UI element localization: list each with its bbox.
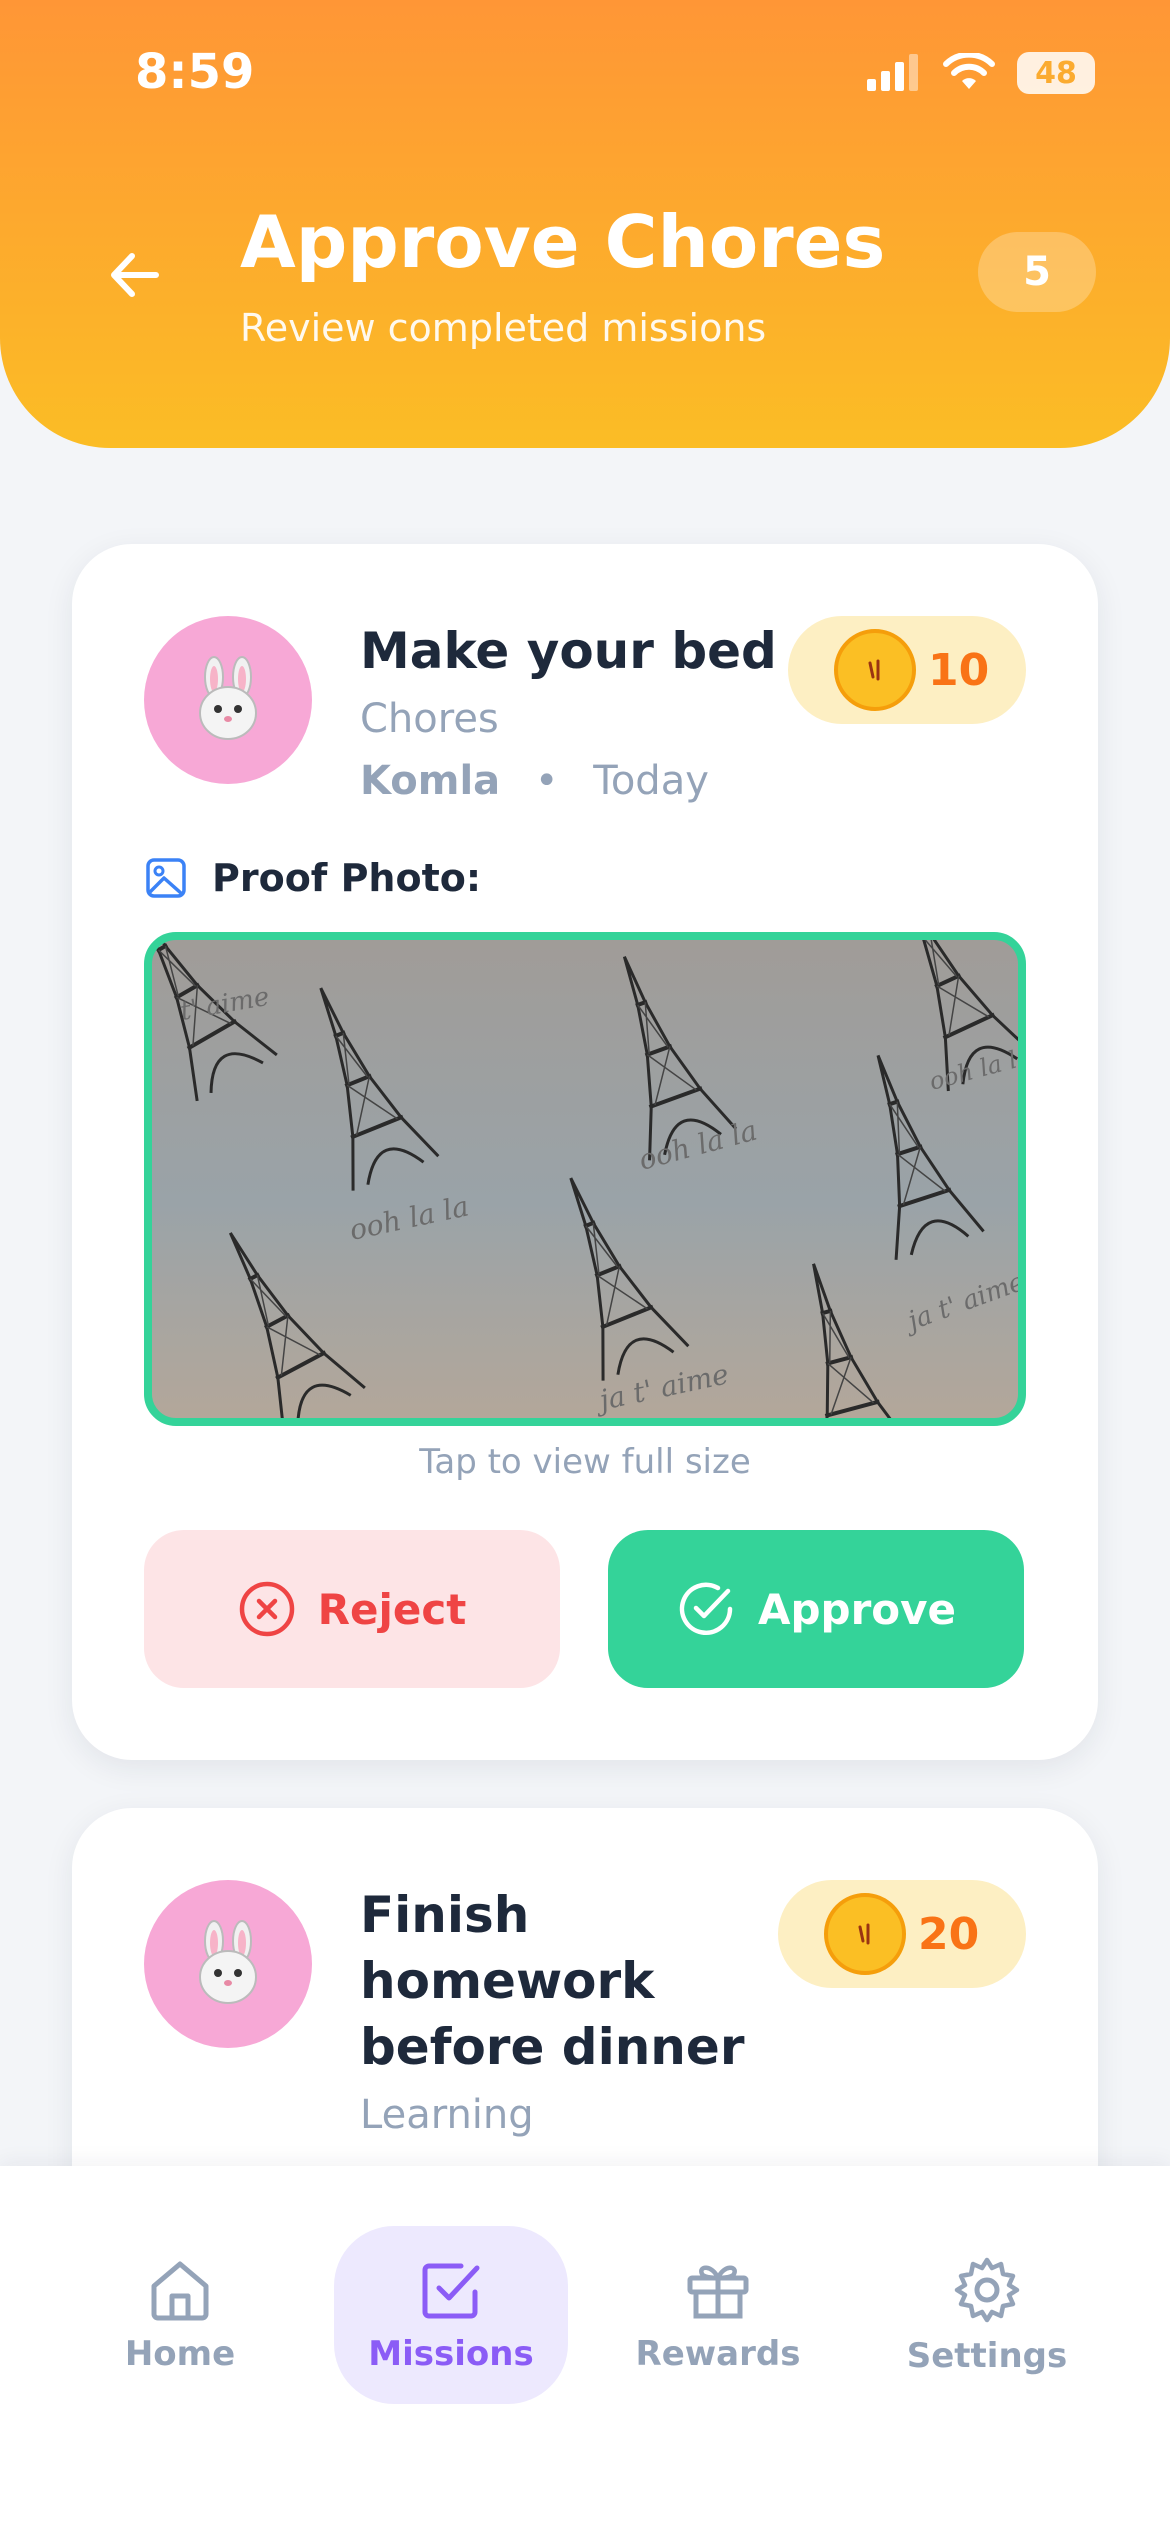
bottom-nav: Home Missions Rewards Settings — [0, 2166, 1170, 2532]
page-subtitle: Review completed missions — [240, 306, 767, 350]
nav-label: Home — [124, 2334, 236, 2374]
page-title: Approve Chores — [240, 200, 886, 284]
nav-item-missions[interactable]: Missions — [334, 2226, 568, 2404]
nav-item-home[interactable]: Home — [63, 2226, 297, 2404]
nav-label: Missions — [368, 2334, 534, 2374]
back-arrow-icon[interactable] — [100, 240, 170, 310]
nav-label: Rewards — [635, 2334, 801, 2374]
proof-photo-label: Proof Photo: — [144, 856, 481, 900]
approve-button[interactable]: Approve — [608, 1530, 1024, 1688]
meta-separator: • — [534, 758, 559, 804]
mission-card: Finish homework before dinner Learning 2… — [72, 1808, 1098, 2228]
wifi-icon — [943, 53, 995, 89]
pending-count-badge: 5 — [978, 232, 1096, 312]
proof-photo[interactable]: t' aime ooh la la ooh la la ja t' aime o… — [144, 932, 1026, 1426]
pattern-text: ooh la la — [635, 1114, 760, 1177]
pattern-text: ooh la la — [926, 1042, 1018, 1096]
nav-item-settings[interactable]: Settings — [870, 2226, 1104, 2404]
gear-icon — [954, 2257, 1020, 2323]
title-line: homework — [360, 1952, 655, 2010]
tap-to-view-hint: Tap to view full size — [419, 1442, 751, 1482]
check-circle-icon — [679, 1582, 733, 1636]
avatar — [144, 1880, 312, 2048]
coin-value: 10 — [928, 644, 990, 696]
approve-label: Approve — [757, 1584, 957, 1634]
coin-value: 20 — [918, 1908, 980, 1960]
pattern-text: ja t' aime — [899, 1267, 1018, 1338]
pattern-text: ja t' aime — [591, 1357, 732, 1418]
assignee-name: Komla — [360, 758, 501, 804]
proof-label-text: Proof Photo: — [212, 856, 482, 900]
coin-icon — [824, 1893, 906, 1975]
eiffel-tower-pattern-image: t' aime ooh la la ooh la la ja t' aime o… — [152, 940, 1018, 1418]
mission-category: Learning — [360, 2092, 534, 2138]
nav-item-rewards[interactable]: Rewards — [601, 2226, 835, 2404]
title-line: before dinner — [360, 2018, 745, 2076]
mission-meta: Komla • Today — [360, 758, 709, 804]
mission-category: Chores — [360, 696, 499, 742]
reject-label: Reject — [317, 1584, 467, 1634]
title-line: Finish — [360, 1886, 530, 1944]
home-icon — [151, 2261, 209, 2321]
image-icon — [146, 858, 186, 898]
reject-button[interactable]: Reject — [144, 1530, 560, 1688]
header: 8:59 48 Approve Chores Review completed … — [0, 0, 1170, 448]
coin-reward-badge: 20 — [778, 1880, 1026, 1988]
battery-icon: 48 — [1017, 52, 1095, 94]
bunny-icon — [199, 656, 257, 740]
x-circle-icon — [239, 1581, 294, 1637]
signal-icon — [867, 54, 918, 91]
avatar — [144, 616, 312, 784]
coin-reward-badge: 10 — [788, 616, 1026, 724]
bunny-icon — [199, 1920, 257, 2004]
pattern-text: ooh la la — [347, 1189, 472, 1246]
gift-icon — [687, 2265, 749, 2319]
coin-icon — [834, 629, 916, 711]
nav-label: Settings — [906, 2336, 1068, 2376]
mission-card: Make your bed Chores Komla • Today 10 Pr… — [72, 544, 1098, 1760]
status-icons: 48 — [865, 52, 1095, 94]
mission-title: Make your bed — [360, 622, 777, 680]
status-time: 8:59 — [135, 44, 255, 100]
mission-date: Today — [593, 758, 709, 804]
check-square-icon — [422, 2263, 480, 2319]
mission-title: Finish homework before dinner — [360, 1882, 744, 2080]
